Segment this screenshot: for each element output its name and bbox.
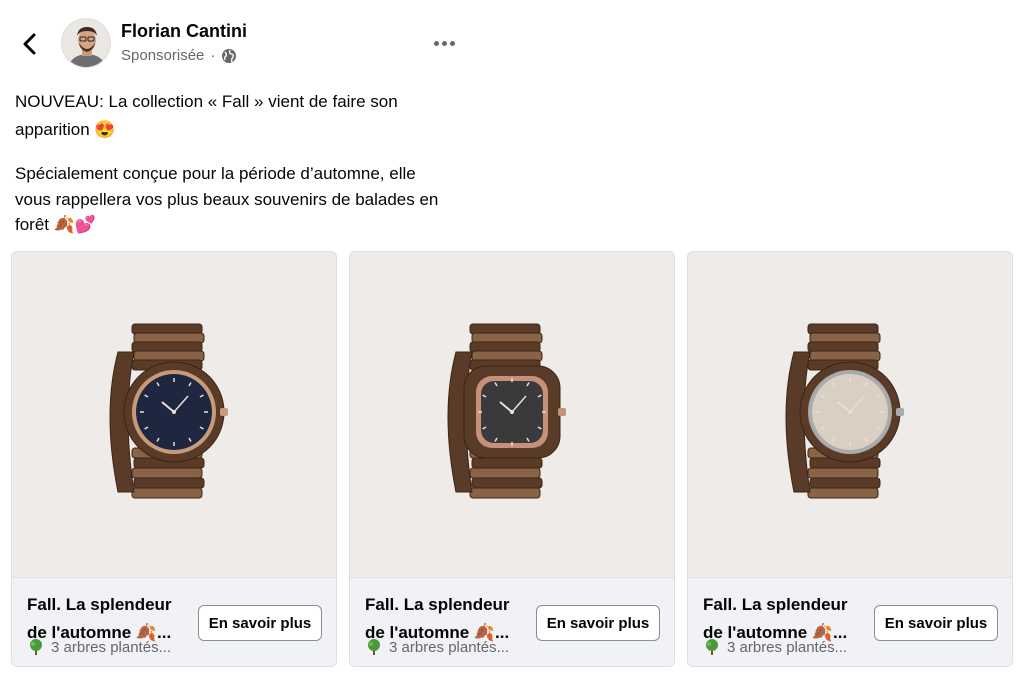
post-header: Florian Cantini Sponsorisée · [0, 0, 1024, 80]
learn-more-button[interactable]: En savoir plus [198, 605, 322, 641]
sponsored-label[interactable]: Sponsorisée [121, 47, 204, 64]
product-image[interactable] [350, 252, 674, 577]
card-footer: Fall. La splendeur de l'automne 🍂... 3 a… [12, 577, 336, 666]
watch-illustration [785, 323, 904, 499]
product-image[interactable] [688, 252, 1012, 577]
meta-separator: · [210, 47, 216, 64]
card-subtitle: 3 arbres plantés... [703, 638, 847, 656]
watch-illustration [109, 323, 228, 499]
tree-icon [365, 638, 383, 656]
card-subtitle: 3 arbres plantés... [27, 638, 171, 656]
more-horizontal-icon [433, 40, 439, 46]
post-text: NOUVEAU: La collection « Fall » vient de… [15, 88, 455, 238]
card-subtitle: 3 arbres plantés... [365, 638, 509, 656]
card-footer: Fall. La splendeur de l'automne 🍂... 3 a… [688, 577, 1012, 666]
author-name[interactable]: Florian Cantini [121, 21, 247, 42]
carousel-card[interactable]: Fall. La splendeur de l'automne 🍂... 3 a… [687, 251, 1013, 667]
back-button[interactable] [14, 28, 46, 60]
more-options-button[interactable] [428, 32, 460, 54]
post-text-line1: NOUVEAU: La collection « Fall » vient de… [15, 92, 398, 139]
globe-icon [221, 48, 237, 64]
avatar[interactable] [61, 18, 111, 68]
tree-icon [703, 638, 721, 656]
chevron-left-icon [23, 33, 36, 55]
carousel[interactable]: Fall. La splendeur de l'automne 🍂... 3 a… [11, 251, 1014, 667]
carousel-card[interactable]: Fall. La splendeur de l'automne 🍂... 3 a… [11, 251, 337, 667]
learn-more-button[interactable]: En savoir plus [536, 605, 660, 641]
tree-icon [27, 638, 45, 656]
learn-more-button[interactable]: En savoir plus [874, 605, 998, 641]
carousel-card[interactable]: Fall. La splendeur de l'automne 🍂... 3 a… [349, 251, 675, 667]
product-image[interactable] [12, 252, 336, 577]
post-text-line2: Spécialement conçue pour la période d’au… [15, 164, 439, 234]
post-meta: Sponsorisée · [121, 47, 237, 64]
card-footer: Fall. La splendeur de l'automne 🍂... 3 a… [350, 577, 674, 666]
watch-illustration [447, 323, 566, 499]
